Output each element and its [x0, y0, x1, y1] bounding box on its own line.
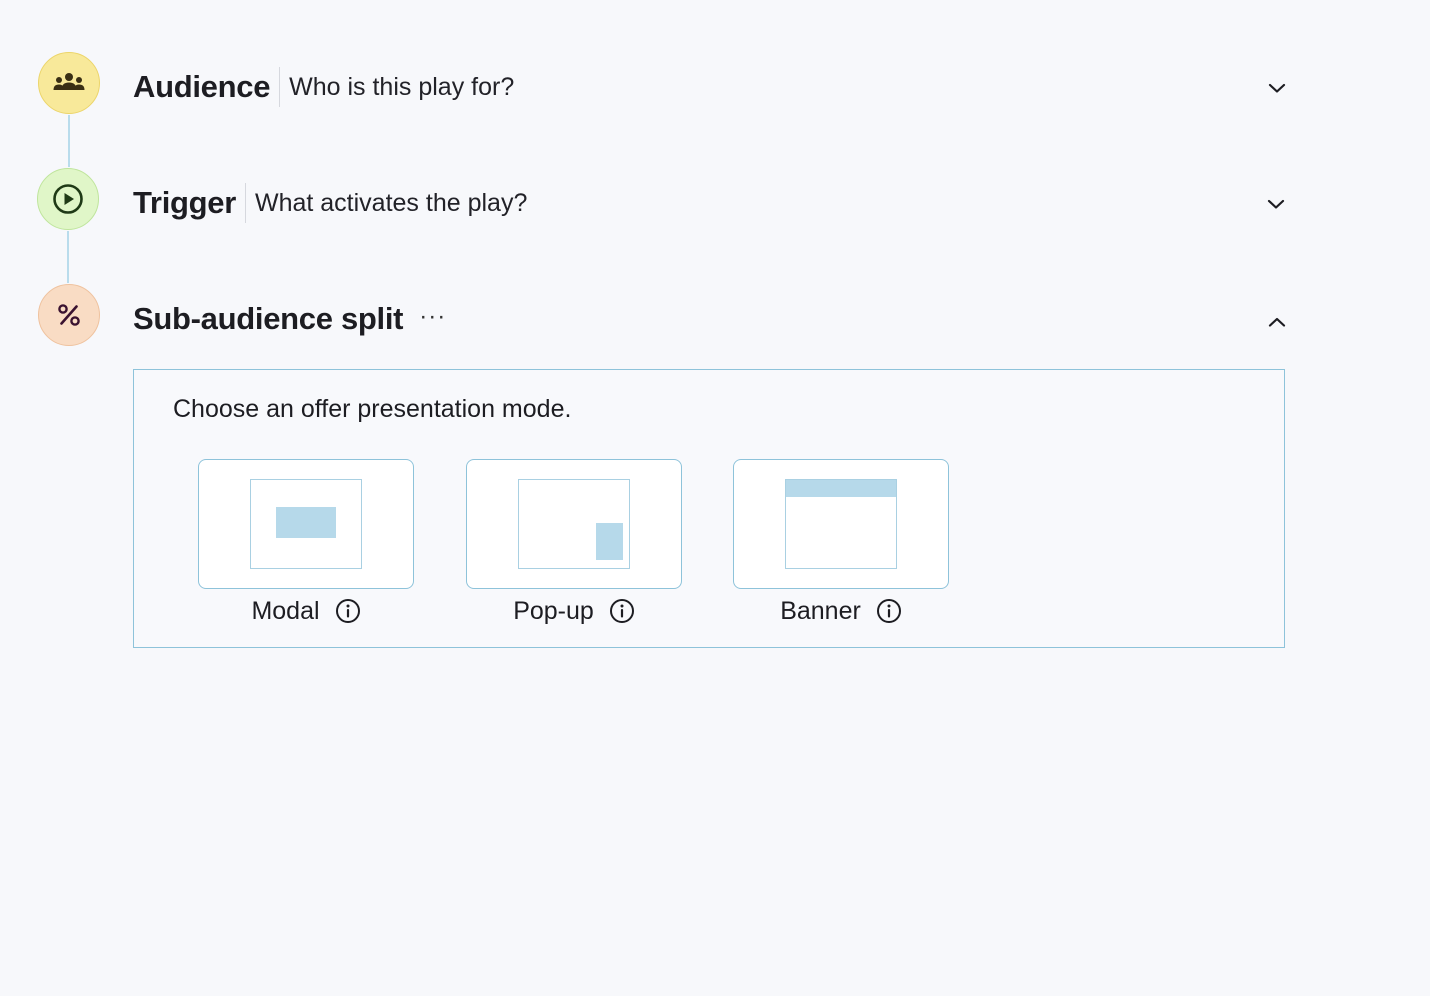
modal-mode-label: Modal: [251, 596, 320, 625]
popup-mode-card[interactable]: [466, 459, 682, 589]
banner-mode-label: Banner: [780, 596, 861, 625]
info-icon[interactable]: [335, 598, 361, 624]
title-divider: [279, 67, 281, 107]
presentation-mode-panel: Choose an offer presentation mode. Modal: [133, 369, 1285, 648]
audience-step-subtitle: Who is this play for?: [289, 72, 515, 101]
step-connector: [68, 115, 70, 167]
play-builder: Audience Who is this play for? Trigger W…: [0, 0, 1430, 996]
modal-mode-card[interactable]: [198, 459, 414, 589]
mode-label-row: Banner: [733, 595, 949, 627]
preview-screen: [785, 479, 897, 569]
percent-icon: [58, 304, 80, 326]
trigger-step-icon: [37, 168, 99, 230]
popup-mode-label: Pop-up: [513, 596, 594, 625]
title-divider: [244, 183, 246, 223]
chevron-down-icon: [1268, 83, 1286, 93]
split-step-header[interactable]: Sub-audience split ···: [133, 297, 446, 341]
people-icon: [53, 73, 85, 90]
banner-preview-shape: [786, 480, 896, 497]
audience-expand-toggle[interactable]: [1266, 77, 1288, 99]
trigger-step-header[interactable]: Trigger What activates the play?: [133, 181, 527, 225]
split-step-icon: [38, 284, 100, 346]
mode-option-popup: Pop-up: [466, 459, 682, 627]
preview-screen: [250, 479, 362, 569]
audience-step-title: Audience: [133, 69, 271, 104]
mode-label-row: Pop-up: [466, 595, 682, 627]
audience-step-header[interactable]: Audience Who is this play for?: [133, 65, 514, 109]
preview-screen: [518, 479, 630, 569]
chevron-up-icon: [1268, 317, 1286, 327]
split-step-title: Sub-audience split: [133, 301, 404, 336]
panel-prompt: Choose an offer presentation mode.: [173, 395, 572, 423]
mode-label-row: Modal: [198, 595, 414, 627]
popup-preview-shape: [596, 523, 623, 560]
trigger-expand-toggle[interactable]: [1265, 193, 1287, 215]
info-icon[interactable]: [609, 598, 635, 624]
audience-step-icon: [38, 52, 100, 114]
split-collapse-toggle[interactable]: [1266, 311, 1288, 333]
step-connector: [67, 231, 69, 283]
mode-option-banner: Banner: [733, 459, 949, 627]
banner-mode-card[interactable]: [733, 459, 949, 589]
modal-preview-shape: [276, 507, 336, 538]
info-icon[interactable]: [876, 598, 902, 624]
mode-option-modal: Modal: [198, 459, 414, 627]
trigger-step-subtitle: What activates the play?: [254, 188, 528, 217]
more-options-button[interactable]: ···: [419, 303, 446, 331]
chevron-down-icon: [1267, 199, 1285, 209]
play-circle-icon: [53, 184, 83, 214]
trigger-step-title: Trigger: [133, 185, 236, 220]
